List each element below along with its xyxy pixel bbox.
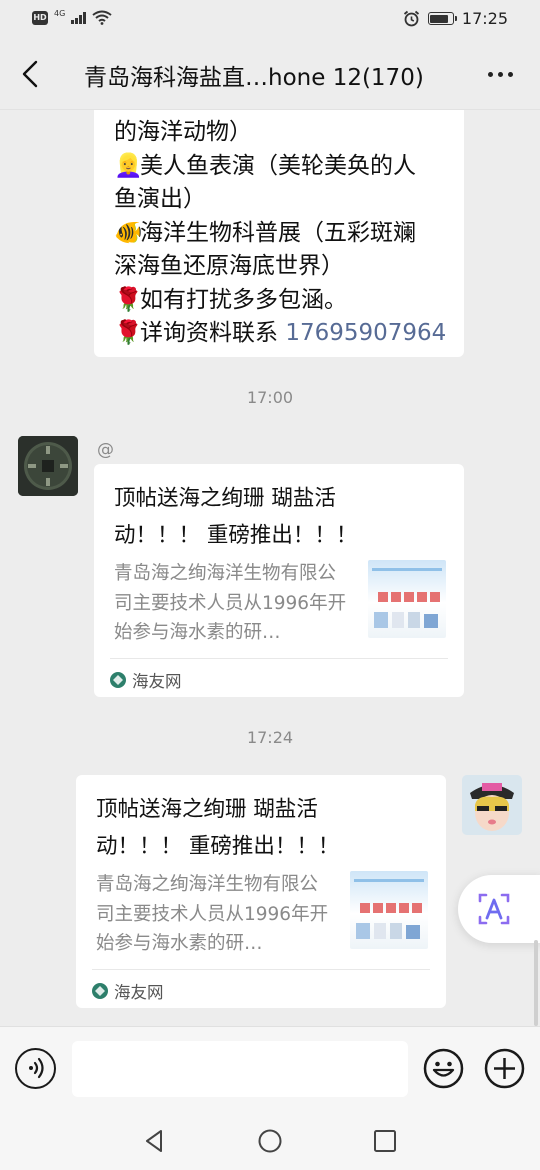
voice-icon xyxy=(29,1057,44,1079)
card-divider xyxy=(92,969,430,970)
status-right: 17:25 xyxy=(403,9,508,28)
card-title: 顶帖送海之绚珊 瑚盐活动！！！ 重磅推出！！！ xyxy=(96,797,340,859)
card-source: 海友网 xyxy=(110,668,182,692)
timestamp: 17:00 xyxy=(246,388,294,407)
back-icon[interactable] xyxy=(14,54,50,94)
text-message-bubble[interactable]: 的海洋动物） 👱‍♀️美人鱼表演（美轮美奂的人 鱼演出） 🐠海洋生物科普展（五彩… xyxy=(94,110,464,357)
chat-title: 青岛海科海盐直…hone 12(170) xyxy=(84,65,424,91)
scrollbar[interactable] xyxy=(534,940,538,1026)
source-name: 海友网 xyxy=(132,672,182,691)
signal-icon xyxy=(71,11,86,24)
message-line: 👱‍♀️美人鱼表演（美轮美奂的人 xyxy=(114,150,446,184)
ai-assistant-button[interactable] xyxy=(458,875,540,943)
battery-icon xyxy=(427,12,457,25)
message-line: 🌹如有打扰多多包涵。 xyxy=(114,284,446,318)
source-logo-icon xyxy=(110,672,126,688)
girl-avatar-icon xyxy=(462,775,522,835)
network-type: 4G xyxy=(54,9,66,18)
emoji-button[interactable] xyxy=(423,1048,464,1089)
card-thumbnail xyxy=(368,560,446,638)
more-functions-button[interactable] xyxy=(484,1048,525,1089)
input-bar xyxy=(0,1026,540,1106)
rose-emoji-icon: 🌹 xyxy=(114,320,143,346)
link-card-received[interactable]: 顶帖送海之绚珊 瑚盐活动！！！ 重磅推出！！！ 青岛海之绚海洋生物有限公司主要技… xyxy=(94,464,464,697)
sender-avatar[interactable] xyxy=(18,436,78,496)
sender-nickname: @ xyxy=(97,440,114,460)
product-image xyxy=(354,879,424,939)
nav-back-icon[interactable] xyxy=(142,1128,168,1154)
system-nav-bar xyxy=(0,1106,540,1170)
voice-input-button[interactable] xyxy=(15,1048,56,1089)
message-line: 的海洋动物） xyxy=(114,119,252,145)
message-line: 深海鱼还原海底世界） xyxy=(114,253,344,279)
timestamp: 17:24 xyxy=(246,728,294,747)
status-left: HD 4G xyxy=(32,9,112,25)
nav-recent-icon[interactable] xyxy=(372,1128,398,1154)
wifi-icon xyxy=(92,10,112,25)
card-description: 青岛海之绚海洋生物有限公司主要技术人员从1996年开始参与海水素的研… xyxy=(114,563,347,643)
nav-home-icon[interactable] xyxy=(257,1128,283,1154)
card-title: 顶帖送海之绚珊 瑚盐活动！！！ 重磅推出！！！ xyxy=(114,486,358,548)
card-divider xyxy=(110,658,448,659)
chat-header: 青岛海科海盐直…hone 12(170) xyxy=(0,38,540,110)
message-line: 🌹详询资料联系 17695907964 xyxy=(114,317,446,351)
battery-level xyxy=(430,14,448,23)
product-image xyxy=(372,568,442,628)
girl-emoji-icon: 👱‍♀️ xyxy=(114,152,143,179)
card-thumbnail xyxy=(350,871,428,949)
rose-emoji-icon: 🌹 xyxy=(114,286,143,313)
alarm-icon xyxy=(403,10,419,27)
message-line: 鱼演出） xyxy=(114,186,206,212)
card-description: 青岛海之绚海洋生物有限公司主要技术人员从1996年开始参与海水素的研… xyxy=(96,874,329,954)
status-bar: HD 4G 17:25 xyxy=(0,0,540,38)
card-source: 海友网 xyxy=(92,979,164,1003)
chat-area[interactable]: 的海洋动物） 👱‍♀️美人鱼表演（美轮美奂的人 鱼演出） 🐠海洋生物科普展（五彩… xyxy=(0,110,540,1026)
hd-badge: HD xyxy=(32,10,48,25)
status-time: 17:25 xyxy=(461,9,508,28)
translate-icon xyxy=(478,893,510,925)
source-logo-icon xyxy=(92,983,108,999)
link-card-sent[interactable]: 顶帖送海之绚珊 瑚盐活动！！！ 重磅推出！！！ 青岛海之绚海洋生物有限公司主要技… xyxy=(76,775,446,1008)
coin-icon xyxy=(18,436,78,496)
fish-emoji-icon: 🐠 xyxy=(114,219,143,246)
message-line: 🐠海洋生物科普展（五彩斑斓 xyxy=(114,217,446,251)
phone-number-link[interactable]: 17695907964 xyxy=(285,320,446,346)
more-options-icon[interactable] xyxy=(480,54,520,94)
source-name: 海友网 xyxy=(114,983,164,1002)
message-input[interactable] xyxy=(72,1041,408,1097)
my-avatar[interactable] xyxy=(462,775,522,835)
